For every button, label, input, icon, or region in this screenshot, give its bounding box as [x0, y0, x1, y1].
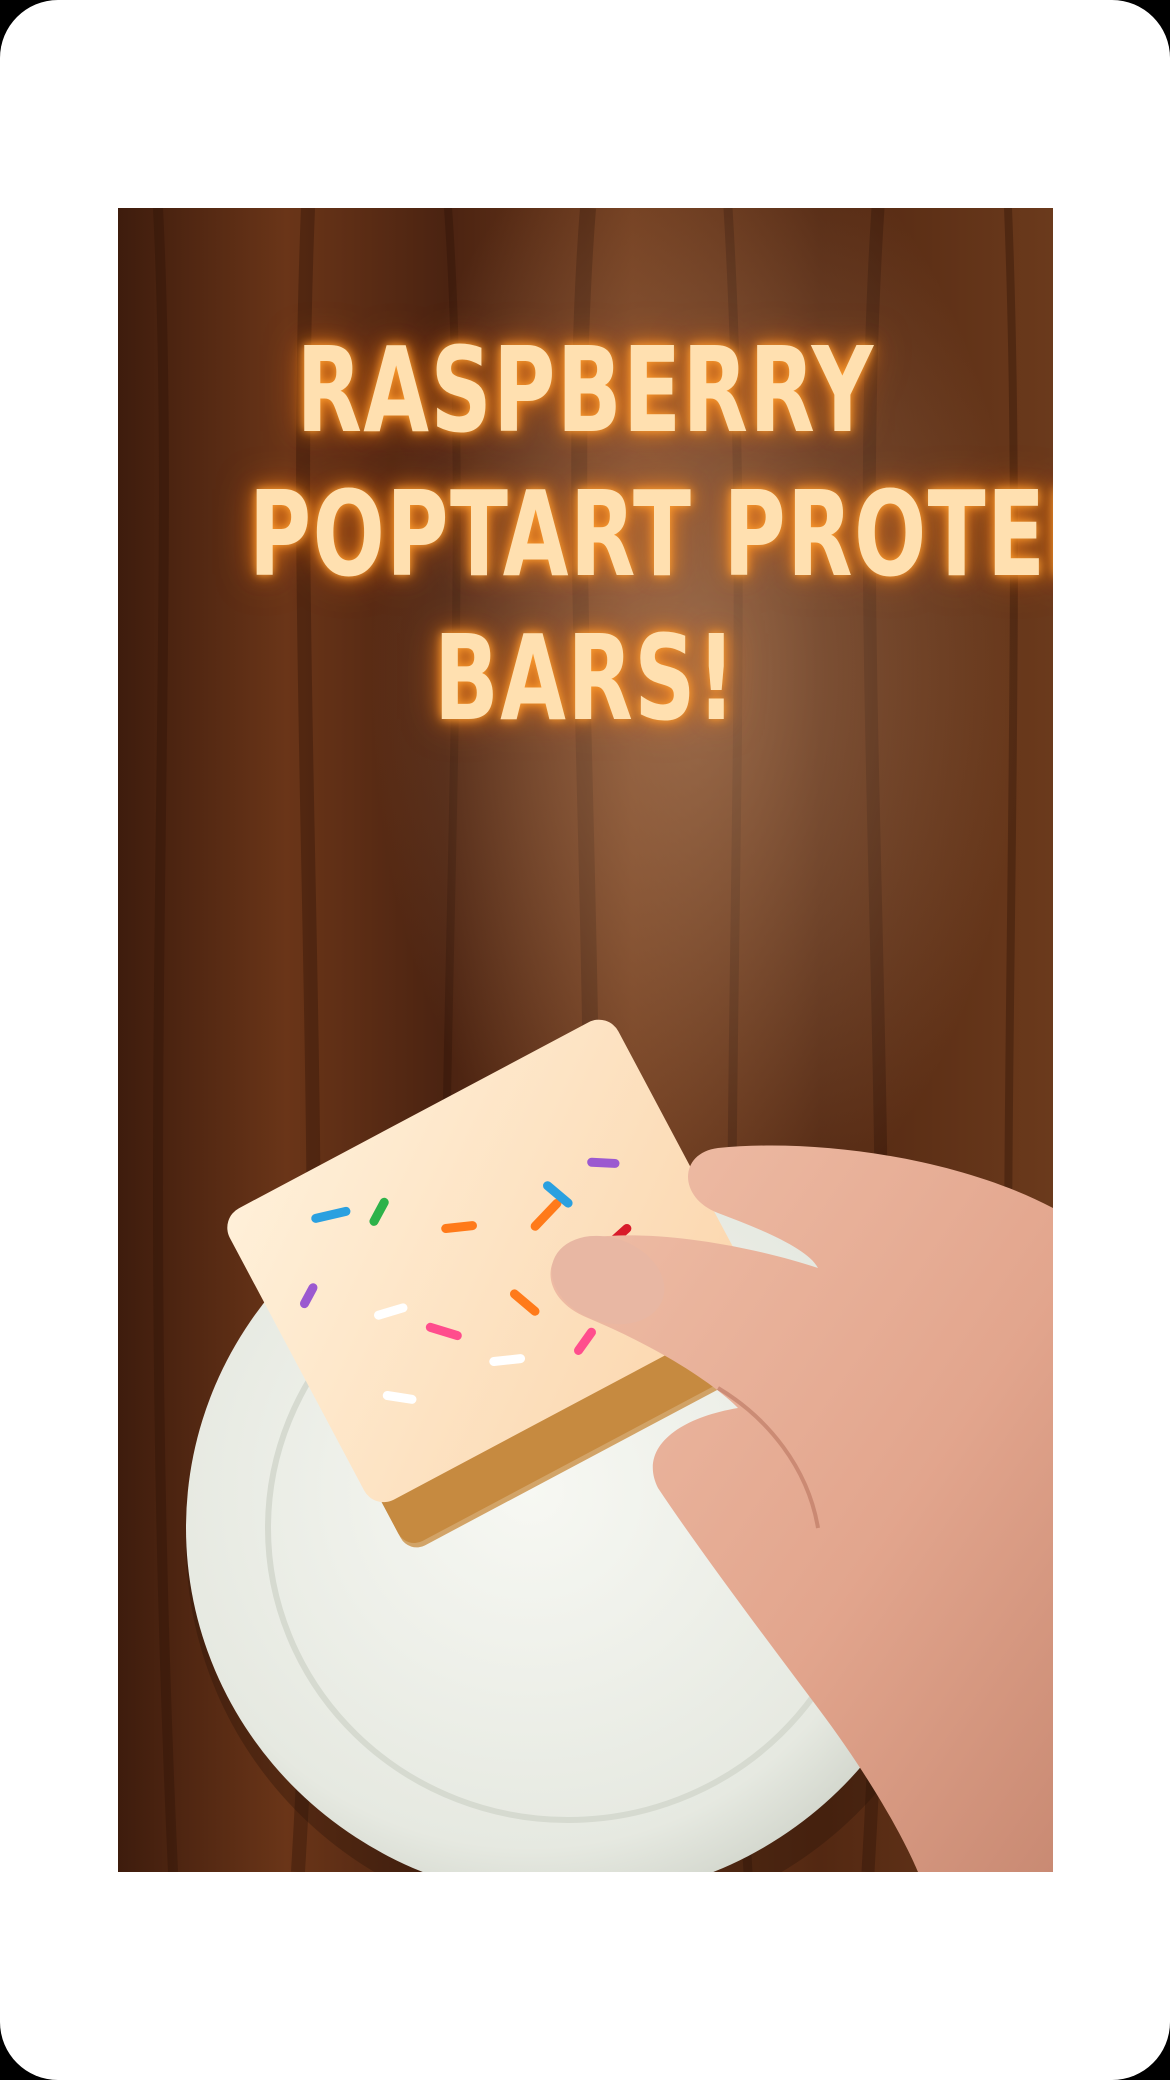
photo-title-overlay: RASPBERRY POPTART PROTEIN BARS! [248, 318, 1053, 750]
screen-frame: RASPBERRY POPTART PROTEIN BARS! [0, 0, 1170, 2080]
title-line-3: BARS! [433, 609, 738, 747]
title-line-2: POPTART PROTEIN [248, 465, 1053, 603]
title-line-1: RASPBERRY [296, 321, 875, 459]
food-photo: RASPBERRY POPTART PROTEIN BARS! [118, 208, 1053, 1872]
